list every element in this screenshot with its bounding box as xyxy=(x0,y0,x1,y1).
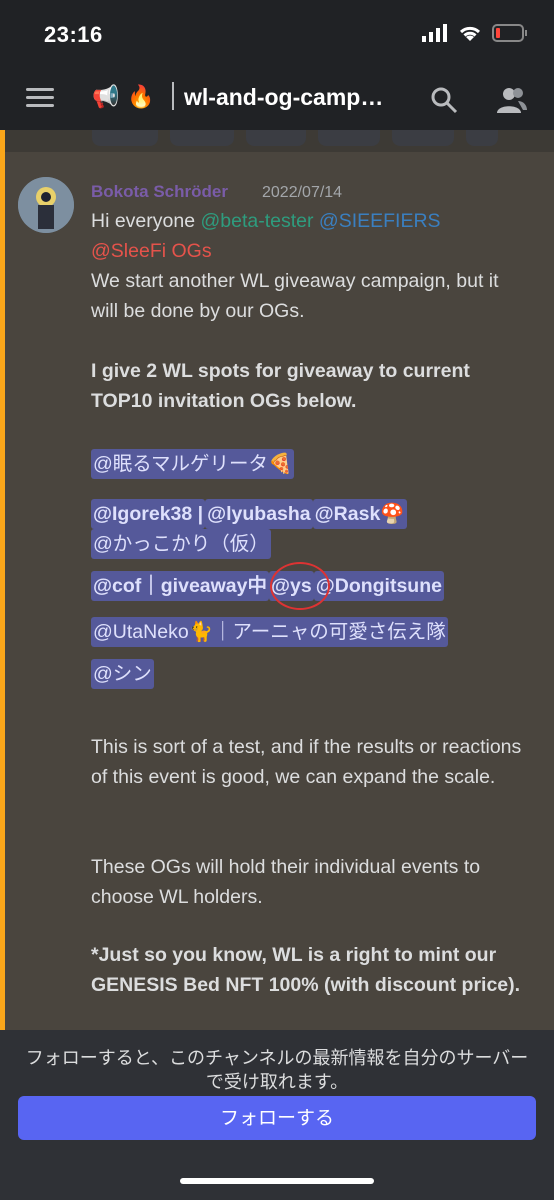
mention-sleefi-ogs[interactable]: @SleeFi OGs xyxy=(91,236,531,266)
og-mention[interactable]: @シン xyxy=(91,659,154,689)
reaction-chip[interactable] xyxy=(246,130,306,146)
follow-button[interactable]: フォローする xyxy=(18,1096,536,1140)
og-mention[interactable]: @cof｜giveaway中 xyxy=(91,571,269,601)
avatar[interactable] xyxy=(18,177,74,233)
menu-icon[interactable] xyxy=(26,88,54,108)
og-mention[interactable]: @眠るマルゲリータ🍕 xyxy=(91,449,295,479)
channel-type-icons: 📢 🔥 xyxy=(92,84,155,110)
og-line-2: @Igorek38 | @lyubasha @Rask🍄 xyxy=(91,499,407,529)
reaction-chip[interactable] xyxy=(92,130,158,146)
og-line-1: @眠るマルゲリータ🍕 xyxy=(91,449,295,479)
message-author[interactable]: Bokota Schröder xyxy=(91,182,228,202)
paragraph-4: These OGs will hold their individual eve… xyxy=(91,856,481,908)
wifi-icon xyxy=(459,26,481,41)
follow-notice: フォローすると、このチャンネルの最新情報を自分のサーバーで受け取れます。 xyxy=(25,1048,529,1092)
follow-footer: フォローすると、このチャンネルの最新情報を自分のサーバーで受け取れます。 フォロ… xyxy=(0,1030,554,1200)
og-line-3: @かっこかり（仮） xyxy=(91,529,271,559)
reaction-chip[interactable] xyxy=(318,130,380,146)
og-line-5: @UtaNeko🐈｜アーニャの可愛さ伝え隊 xyxy=(91,617,448,647)
clock: 23:16 xyxy=(44,22,103,47)
greeting-line: Hi everyone @beta-tester @SIEEFIERS xyxy=(91,210,441,232)
status-bar: 23:16 xyxy=(0,0,554,64)
status-icons xyxy=(422,24,528,42)
members-icon[interactable] xyxy=(496,86,528,114)
paragraph-2: I give 2 WL spots for giveaway to curren… xyxy=(91,360,470,412)
og-line-4: @cof｜giveaway中 @ys @Dongitsune xyxy=(91,571,444,601)
red-circle-annotation xyxy=(270,562,330,610)
og-mention[interactable]: @UtaNeko🐈｜アーニャの可愛さ伝え隊 xyxy=(91,617,448,647)
megaphone-icon: 📢 xyxy=(92,84,120,109)
channel-title[interactable]: wl-and-og-camp… xyxy=(184,84,383,111)
paragraph-3: This is sort of a test, and if the resul… xyxy=(91,736,522,788)
og-mention[interactable]: @Igorek38 | xyxy=(91,499,206,529)
og-line-6: @シン xyxy=(91,659,154,689)
channel-header: 📢 🔥 wl-and-og-camp… xyxy=(0,64,554,130)
highlight-bar xyxy=(0,130,5,1030)
reaction-chip[interactable] xyxy=(170,130,234,146)
paragraph-1: We start another WL giveaway campaign, b… xyxy=(91,270,499,322)
og-mention[interactable]: @Rask🍄 xyxy=(312,499,407,529)
add-reaction-button[interactable] xyxy=(466,130,498,146)
home-indicator[interactable] xyxy=(180,1178,374,1184)
message-feed[interactable]: Bokota Schröder 2022/07/14 Hi everyone @… xyxy=(0,130,554,1030)
message-body: Hi everyone @beta-tester @SIEEFIERS @Sle… xyxy=(91,206,531,326)
search-icon[interactable] xyxy=(430,86,458,114)
mention-sleefiers[interactable]: @SIEEFIERS xyxy=(319,210,441,232)
og-mention[interactable]: @lyubasha xyxy=(205,499,313,529)
message-date: 2022/07/14 xyxy=(262,184,343,201)
battery-low-icon xyxy=(492,24,527,42)
header-divider xyxy=(172,82,174,110)
paragraph-5: *Just so you know, WL is a right to mint… xyxy=(91,944,521,996)
og-mention[interactable]: @Dongitsune xyxy=(313,571,444,601)
mention-beta-tester[interactable]: @beta-tester xyxy=(200,210,313,232)
signal-icon xyxy=(422,24,447,42)
og-mention[interactable]: @かっこかり（仮） xyxy=(91,529,271,559)
reaction-chip[interactable] xyxy=(392,130,454,146)
fire-icon: 🔥 xyxy=(127,84,155,109)
